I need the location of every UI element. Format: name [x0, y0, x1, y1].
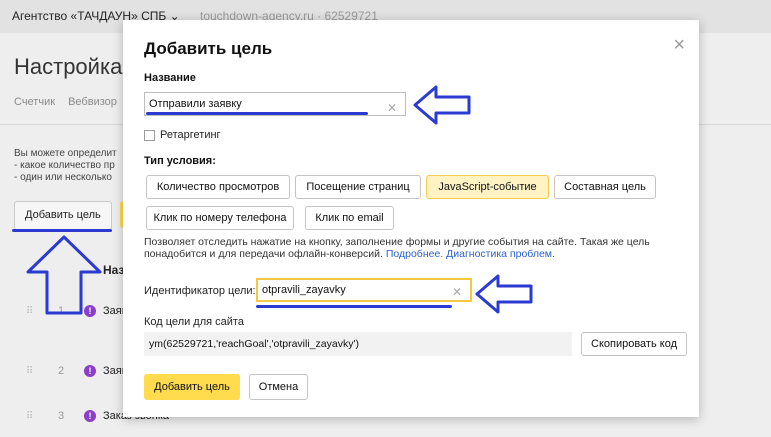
row-number: 2	[58, 365, 65, 377]
drag-handle-icon[interactable]: ⠿	[26, 366, 33, 377]
desc-line: Вы можете определит	[14, 148, 117, 159]
dialog-title: Добавить цель	[144, 39, 273, 58]
add-goal-button-bg[interactable]: Добавить цель	[14, 201, 112, 230]
condition-type-label: Тип условия:	[144, 155, 216, 167]
condition-phone-click-button[interactable]: Клик по номеру телефона	[146, 206, 294, 230]
cancel-button[interactable]: Отмена	[249, 374, 308, 400]
add-goal-button[interactable]: Добавить цель	[144, 374, 240, 400]
tab-counter[interactable]: Счетчик	[14, 96, 55, 108]
warning-icon: !	[84, 410, 96, 422]
link-diagnostics[interactable]: Диагностика проблем.	[446, 248, 555, 260]
arrow-up-icon	[26, 235, 102, 315]
warning-icon: !	[84, 365, 96, 377]
condition-composite-button[interactable]: Составная цель	[554, 175, 656, 199]
clear-icon[interactable]: ✕	[452, 282, 462, 302]
close-icon[interactable]: ×	[673, 34, 685, 57]
annotation-underline	[256, 305, 452, 308]
add-goal-dialog: Добавить цель × Название Отправили заявк…	[123, 20, 699, 417]
row-number: 3	[58, 410, 65, 422]
condition-email-click-button[interactable]: Клик по email	[305, 206, 394, 230]
settings-tabs: Счетчик Вебвизор	[14, 96, 127, 108]
code-label: Код цели для сайта	[144, 316, 244, 328]
condition-js-event-button[interactable]: JavaScript-событие	[426, 175, 549, 199]
goal-identifier-value: otpravili_zayavky	[262, 284, 346, 296]
drag-handle-icon[interactable]: ⠿	[26, 411, 33, 422]
condition-pageviews-button[interactable]: Количество просмотров	[146, 175, 290, 199]
clear-icon[interactable]: ✕	[387, 97, 397, 119]
annotation-underline	[12, 229, 112, 232]
desc-line: - один или несколько	[14, 172, 112, 183]
condition-description: Позволяет отследить нажатие на кнопку, з…	[144, 236, 684, 260]
retargeting-checkbox[interactable]	[144, 130, 155, 141]
annotation-underline	[146, 112, 368, 115]
name-label: Название	[144, 72, 196, 84]
arrow-left-icon	[413, 85, 471, 125]
condition-pages-button[interactable]: Посещение страниц	[295, 175, 421, 199]
retargeting-label: Ретаргетинг	[160, 129, 221, 141]
goal-name-value: Отправили заявку	[149, 98, 242, 110]
page-title: Настройка	[14, 54, 123, 79]
copy-code-button[interactable]: Скопировать код	[581, 332, 687, 356]
identifier-label: Идентификатор цели:	[144, 285, 256, 297]
goal-identifier-input[interactable]: otpravili_zayavky ✕	[256, 278, 472, 302]
goals-description: Вы можете определит - какое количество п…	[14, 148, 129, 184]
link-more[interactable]: Подробнее.	[386, 248, 443, 260]
arrow-left-icon	[475, 274, 533, 314]
goal-code-box[interactable]: ym(62529721,'reachGoal','otpravili_zayav…	[144, 332, 572, 356]
desc-line: - какое количество пр	[14, 160, 115, 171]
tab-webvisor[interactable]: Вебвизор	[68, 96, 117, 108]
